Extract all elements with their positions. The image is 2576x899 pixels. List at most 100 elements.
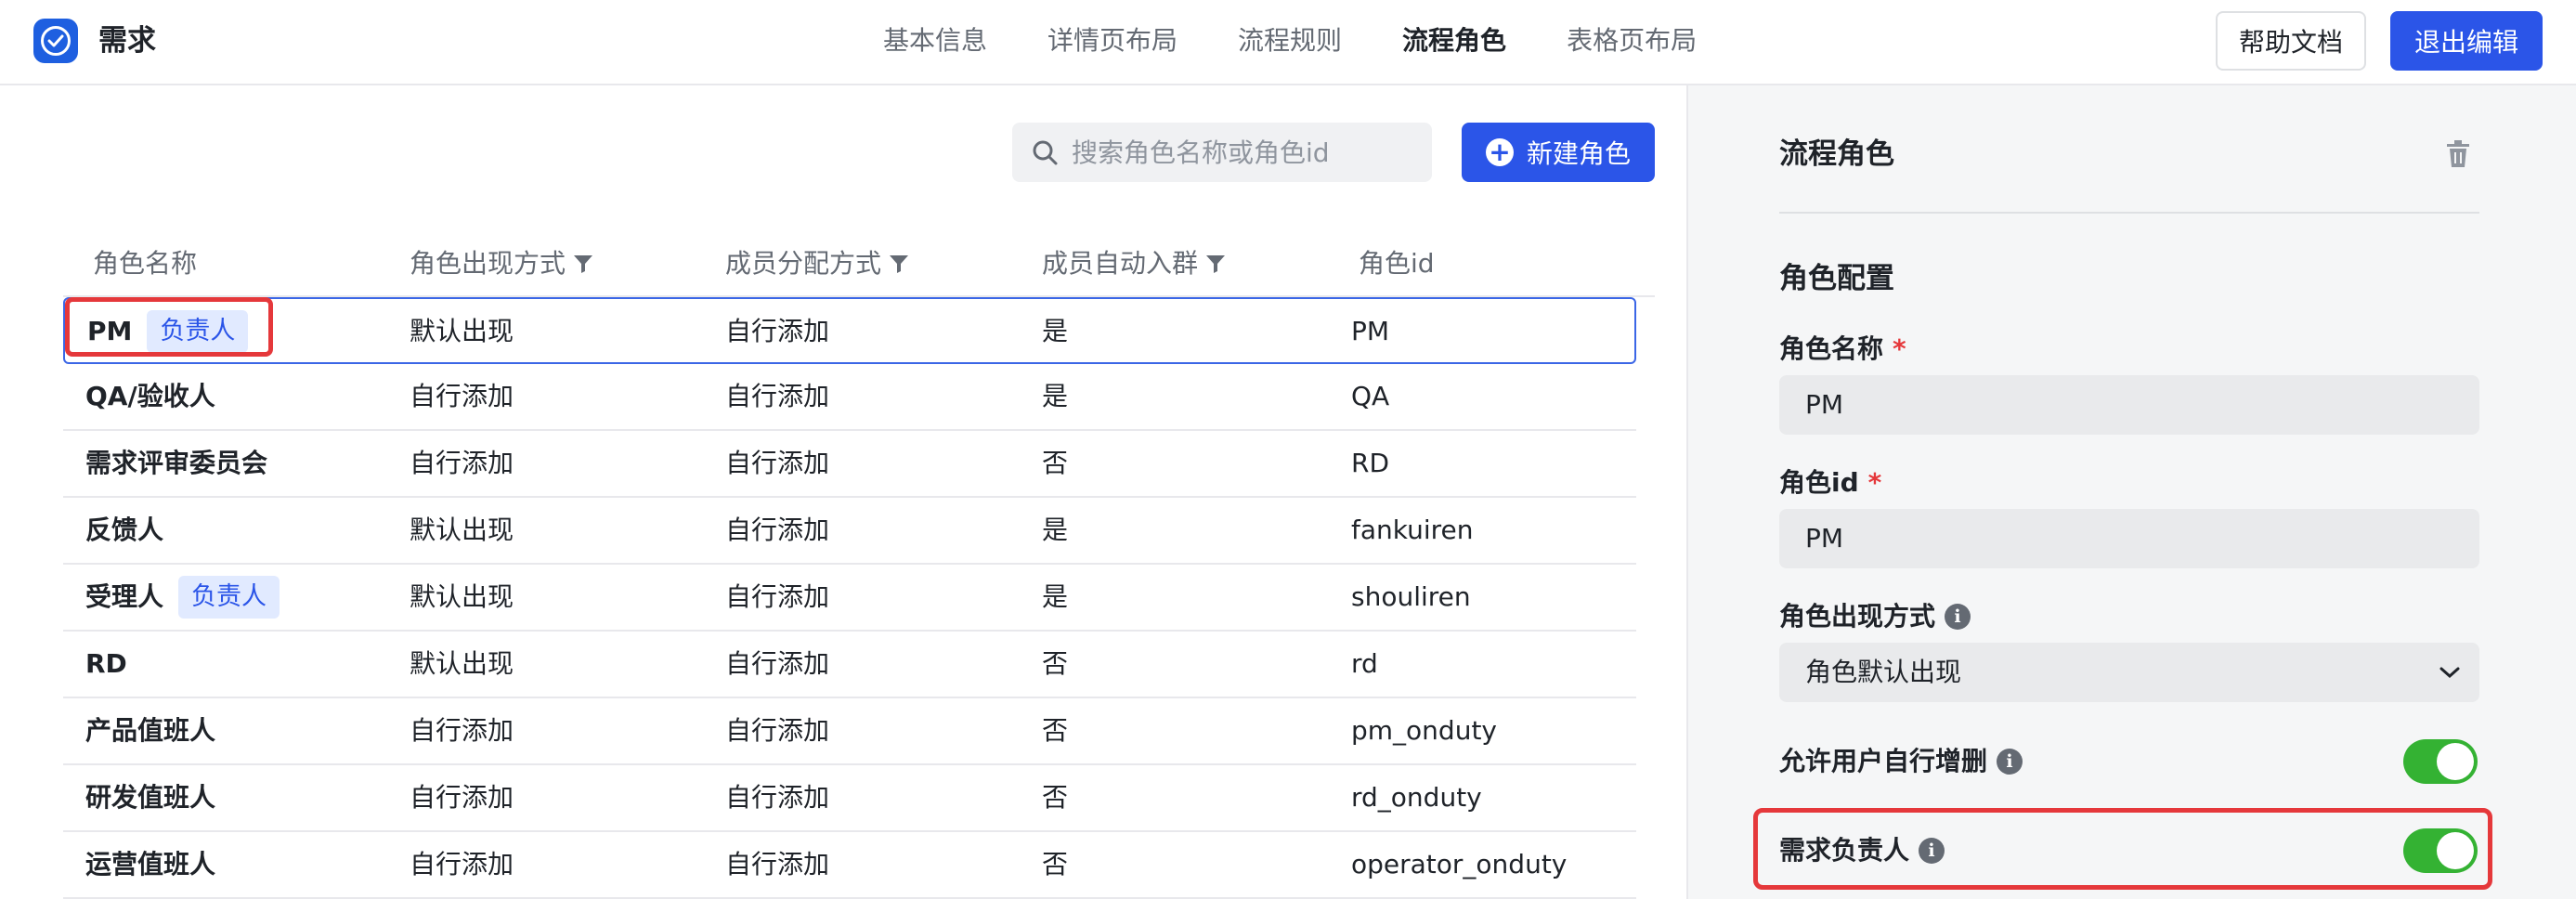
table-row[interactable]: 运营值班人 自行添加 自行添加 否 operator_onduty [63, 832, 1636, 899]
cell-appearance: 自行添加 [410, 715, 514, 746]
cell-role-name: 产品值班人 [85, 715, 216, 746]
section-title: 角色配置 [1779, 262, 1894, 295]
cell-auto-join: 否 [1042, 448, 1069, 478]
cell-assign: 自行添加 [725, 648, 830, 679]
app-title: 需求 [98, 24, 156, 58]
cell-assign: 自行添加 [725, 448, 830, 478]
highlight-box [65, 297, 273, 357]
cell-role-id: shouliren [1351, 581, 1471, 612]
panel-title: 流程角色 [1779, 137, 1894, 171]
cell-role-name: RD [85, 648, 127, 679]
column-header-assign[interactable]: 成员分配方式 [725, 245, 909, 282]
cell-appearance: 自行添加 [410, 849, 514, 879]
cell-assign: 自行添加 [725, 381, 830, 411]
table-row[interactable]: 产品值班人 自行添加 自行添加 否 pm_onduty [63, 698, 1636, 765]
cell-role-id: pm_onduty [1351, 715, 1497, 746]
highlight-box [1753, 808, 2492, 890]
filter-icon[interactable] [573, 254, 593, 274]
cell-appearance: 自行添加 [410, 782, 514, 813]
role-name-label: 角色名称 * [1779, 331, 1906, 368]
cell-auto-join: 是 [1042, 515, 1069, 545]
cell-assign: 自行添加 [725, 581, 830, 612]
cell-auto-join: 是 [1042, 316, 1069, 346]
cell-appearance: 默认出现 [410, 515, 514, 545]
cell-appearance: 自行添加 [410, 381, 514, 411]
tab-basic-info[interactable]: 基本信息 [883, 19, 987, 63]
cell-auto-join: 否 [1042, 782, 1069, 813]
cell-assign: 自行添加 [725, 316, 830, 346]
cell-role-name: 反馈人 [85, 515, 164, 545]
appearance-label: 角色出现方式 i [1779, 598, 1971, 635]
appearance-select[interactable]: 角色默认出现 [1779, 643, 2479, 702]
appearance-selected-value: 角色默认出现 [1805, 657, 1962, 687]
cell-auto-join: 是 [1042, 581, 1069, 612]
tab-table-layout[interactable]: 表格页布局 [1567, 19, 1697, 63]
table-row[interactable]: QA/验收人 自行添加 自行添加 是 QA [63, 364, 1636, 431]
table-row[interactable]: 反馈人 默认出现 自行添加 是 fankuiren [63, 498, 1636, 565]
panel-divider [1779, 212, 2479, 214]
table-header: 角色名称 角色出现方式 成员分配方式 成员自动入群 角色id [63, 230, 1655, 297]
cell-assign: 自行添加 [725, 849, 830, 879]
role-search-box[interactable] [1012, 123, 1432, 182]
cell-role-id: RD [1351, 448, 1390, 478]
table-row[interactable]: 研发值班人 自行添加 自行添加 否 rd_onduty [63, 765, 1636, 832]
top-nav: 基本信息 详情页布局 流程规则 流程角色 表格页布局 [883, 19, 1757, 63]
owner-tag: 负责人 [178, 576, 280, 619]
cell-appearance: 默认出现 [410, 648, 514, 679]
cell-role-id: rd_onduty [1351, 782, 1482, 813]
role-id-label: 角色id * [1779, 464, 1881, 502]
cell-role-id: rd [1351, 648, 1378, 679]
help-docs-button[interactable]: 帮助文档 [2216, 11, 2366, 71]
allow-edit-label: 允许用户自行增删 i [1779, 743, 2023, 780]
info-icon[interactable]: i [1997, 749, 2023, 775]
app-logo-icon [33, 19, 78, 63]
info-icon[interactable]: i [1945, 604, 1971, 630]
table-row[interactable]: RD 默认出现 自行添加 否 rd [63, 632, 1636, 698]
roles-table: 角色名称 角色出现方式 成员分配方式 成员自动入群 角色id PM 负责人 默认出… [63, 230, 1655, 899]
required-mark: * [1867, 467, 1882, 498]
cell-role-name: QA/验收人 [85, 381, 215, 411]
column-header-role-name: 角色名称 [93, 248, 198, 279]
cell-role-id: QA [1351, 381, 1390, 411]
cell-appearance: 自行添加 [410, 448, 514, 478]
cell-assign: 自行添加 [725, 515, 830, 545]
new-role-label: 新建角色 [1526, 138, 1631, 169]
cell-auto-join: 否 [1042, 648, 1069, 679]
column-header-appearance[interactable]: 角色出现方式 [410, 245, 593, 282]
exit-edit-button[interactable]: 退出编辑 [2390, 11, 2543, 71]
tab-detail-layout[interactable]: 详情页布局 [1047, 19, 1177, 63]
filter-icon[interactable] [889, 254, 909, 274]
role-id-field[interactable]: PM [1779, 509, 2479, 568]
cell-assign: 自行添加 [725, 715, 830, 746]
allow-edit-toggle[interactable] [2403, 739, 2478, 784]
cell-auto-join: 否 [1042, 715, 1069, 746]
search-input[interactable] [1072, 137, 1406, 168]
chevron-down-icon [2439, 667, 2460, 679]
required-mark: * [1893, 333, 1906, 364]
cell-role-name: 研发值班人 [85, 782, 216, 813]
table-row[interactable]: 受理人 负责人 默认出现 自行添加 是 shouliren [63, 565, 1636, 632]
cell-role-name: 受理人 负责人 [85, 565, 280, 630]
search-icon [1033, 140, 1058, 165]
tab-flow-roles[interactable]: 流程角色 [1402, 19, 1506, 63]
cell-role-id: PM [1351, 316, 1390, 346]
filter-icon[interactable] [1205, 254, 1226, 274]
cell-assign: 自行添加 [725, 782, 830, 813]
trash-icon[interactable] [2444, 139, 2472, 169]
cell-auto-join: 否 [1042, 849, 1069, 879]
table-row[interactable]: PM 负责人 默认出现 自行添加 是 PM [63, 297, 1636, 364]
column-header-auto-join[interactable]: 成员自动入群 [1042, 245, 1226, 282]
cell-role-id: operator_onduty [1351, 849, 1568, 879]
role-name-field[interactable]: PM [1779, 375, 2479, 435]
cell-appearance: 默认出现 [410, 316, 514, 346]
new-role-button[interactable]: + 新建角色 [1462, 123, 1655, 182]
column-header-role-id: 角色id [1359, 248, 1435, 279]
cell-appearance: 默认出现 [410, 581, 514, 612]
cell-role-name: 运营值班人 [85, 849, 216, 879]
tab-flow-rules[interactable]: 流程规则 [1238, 19, 1342, 63]
plus-circle-icon: + [1485, 138, 1514, 166]
table-row[interactable]: 需求评审委员会 自行添加 自行添加 否 RD [63, 431, 1636, 498]
table-body: PM 负责人 默认出现 自行添加 是 PM QA/验收人 自行添加 自行添加 是 … [63, 297, 1655, 899]
top-header: 需求 基本信息 详情页布局 流程规则 流程角色 表格页布局 帮助文档 退出编辑 [0, 0, 2576, 85]
cell-role-id: fankuiren [1351, 515, 1474, 545]
